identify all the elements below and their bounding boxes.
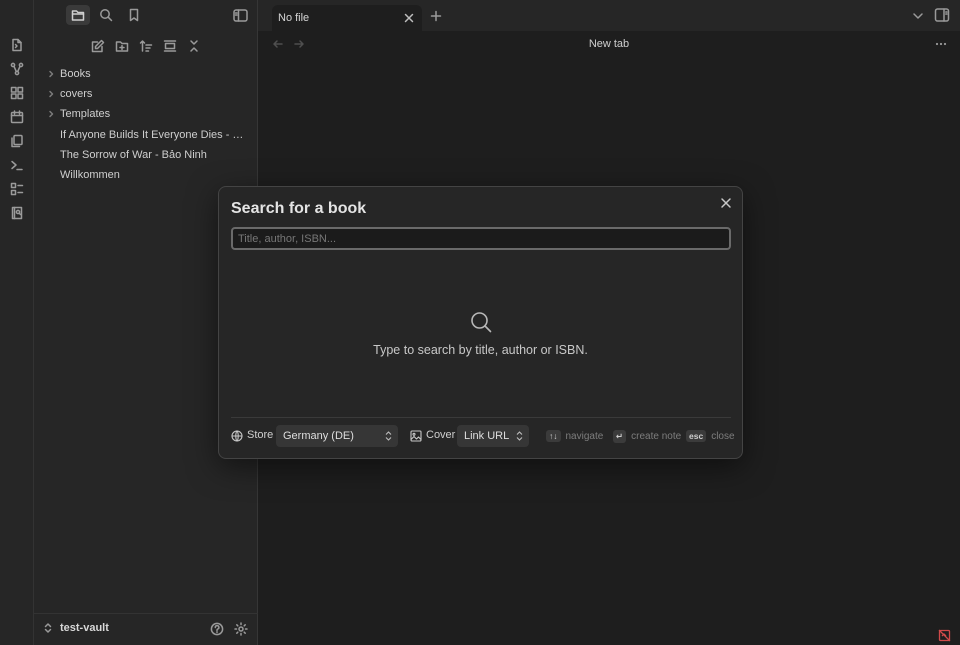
vault-switcher[interactable]: test-vault: [44, 622, 109, 634]
cover-select[interactable]: Link URL: [457, 425, 529, 447]
hint-text: navigate: [565, 430, 604, 442]
ribbon: [0, 0, 34, 645]
file-tree: Books covers Templates If Anyone Builds …: [34, 64, 258, 185]
tab-title: No file: [278, 12, 310, 24]
bookmarks-tab[interactable]: [122, 5, 146, 25]
graph-view-icon[interactable]: [8, 60, 26, 78]
checklist-icon[interactable]: [8, 180, 26, 198]
more-options-icon[interactable]: [934, 38, 948, 50]
terminal-icon[interactable]: [8, 156, 26, 174]
auto-reveal-button[interactable]: [161, 37, 179, 55]
tree-folder-covers[interactable]: covers: [34, 84, 258, 104]
vault-name: test-vault: [60, 622, 109, 634]
help-icon[interactable]: [210, 622, 226, 638]
open-quick-switcher-icon[interactable]: [8, 36, 26, 54]
view-header: New tab: [258, 31, 960, 57]
tree-file[interactable]: The Sorrow of War - Bảo Ninh: [34, 145, 258, 165]
tree-item-label: The Sorrow of War - Bảo Ninh: [60, 148, 207, 161]
hint-text: close: [711, 430, 735, 442]
canvas-icon[interactable]: [8, 84, 26, 102]
tree-folder-books[interactable]: Books: [34, 64, 258, 84]
modal-title: Search for a book: [231, 200, 367, 217]
store-label: Store: [247, 429, 274, 441]
new-folder-button[interactable]: [113, 37, 131, 55]
hint-create-note: ↵ create note: [613, 430, 681, 443]
search-tab[interactable]: [94, 5, 118, 25]
cover-select-value: Link URL: [464, 430, 510, 442]
tree-item-label: covers: [60, 88, 93, 101]
store-select-value: Germany (DE): [283, 430, 354, 442]
settings-gear-icon[interactable]: [234, 622, 250, 638]
cover-label: Cover: [426, 429, 456, 441]
chevron-up-down-icon: [44, 622, 52, 634]
chevron-up-down-icon: [385, 431, 392, 441]
chevron-right-icon: [34, 110, 60, 118]
book-search-modal: Search for a book Type to search by titl…: [218, 186, 743, 459]
collapse-sidebar-button[interactable]: [228, 5, 252, 25]
tab-bar: No file: [258, 0, 960, 31]
tree-file[interactable]: Willkommen: [34, 165, 258, 185]
book-search-icon[interactable]: [8, 204, 26, 222]
close-icon[interactable]: [720, 197, 732, 209]
chevron-right-icon: [34, 90, 60, 98]
change-sort-order-button[interactable]: [137, 37, 155, 55]
kbd-enter: ↵: [613, 430, 627, 443]
tree-item-label: Willkommen: [60, 169, 120, 182]
empty-state-text: Type to search by title, author or ISBN.: [373, 343, 588, 357]
book-search-input[interactable]: [231, 227, 731, 250]
toggle-right-sidebar-icon[interactable]: [934, 7, 950, 23]
new-note-button[interactable]: [89, 37, 107, 55]
sync-error-icon[interactable]: [938, 629, 951, 642]
store-select[interactable]: Germany (DE): [276, 425, 398, 447]
chevron-up-down-icon: [516, 431, 523, 441]
image-icon: [410, 430, 422, 442]
hint-text: create note: [631, 431, 682, 442]
view-title: New tab: [588, 38, 630, 50]
tree-folder-templates[interactable]: Templates: [34, 104, 258, 124]
tab-list-chevron-icon[interactable]: [911, 9, 925, 23]
new-tab-icon[interactable]: [429, 9, 443, 23]
tree-item-label: Books: [60, 68, 91, 81]
hint-navigate: ↑↓ navigate: [546, 430, 603, 442]
tree-file[interactable]: If Anyone Builds It Everyone Dies - Elie…: [34, 125, 258, 145]
templates-icon[interactable]: [8, 132, 26, 150]
tab-no-file[interactable]: No file: [272, 5, 422, 31]
vault-bar: test-vault: [34, 613, 258, 645]
kbd-navigate: ↑↓: [546, 430, 561, 442]
globe-icon: [231, 430, 243, 442]
tree-item-label: Templates: [60, 108, 111, 121]
hint-close: esc close: [686, 430, 735, 442]
tree-item-label: If Anyone Builds It Everyone Dies - Elie…: [60, 128, 258, 141]
kbd-esc: esc: [686, 430, 707, 442]
close-tab-icon[interactable]: [402, 11, 416, 25]
modal-footer: Store Germany (DE) Cover Link URL ↑↓ nav…: [231, 425, 735, 447]
files-tab[interactable]: [66, 5, 90, 25]
search-icon: [469, 310, 493, 334]
calendar-icon[interactable]: [8, 108, 26, 126]
collapse-all-button[interactable]: [185, 37, 203, 55]
divider: [231, 417, 731, 418]
chevron-right-icon: [34, 70, 60, 78]
